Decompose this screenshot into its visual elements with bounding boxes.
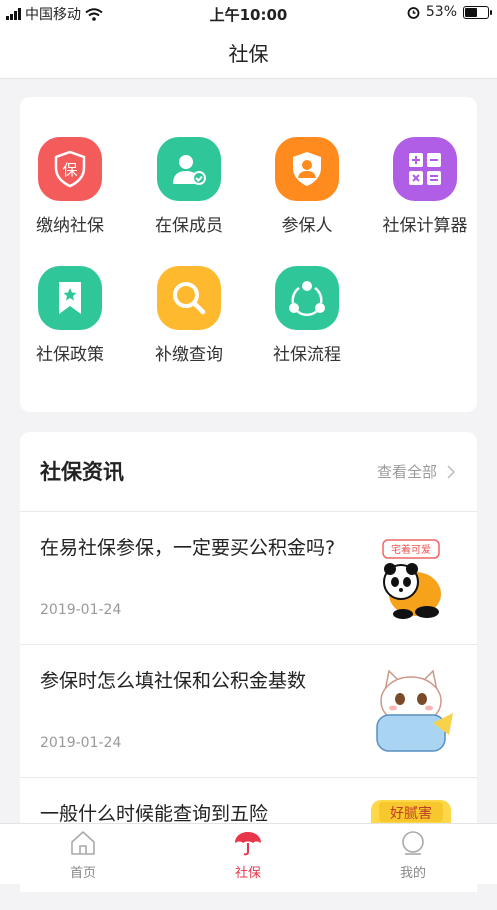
news-item[interactable]: 参保时怎么填社保和公积金基数 2019-01-24 xyxy=(20,645,477,777)
panda-sticker-text: 宅着可爱 xyxy=(391,543,431,556)
tab-label: 社保 xyxy=(234,866,261,881)
battery-icon xyxy=(463,5,492,19)
service-label: 补缴查询 xyxy=(155,345,223,365)
profile-icon xyxy=(402,831,424,855)
tab-label: 首页 xyxy=(69,866,96,881)
view-all-label: 查看全部 xyxy=(376,463,437,481)
insured-person-icon xyxy=(275,137,339,201)
banner-sticker-text: 好腻害 xyxy=(390,806,432,822)
status-bar: 中国移动 上午10:00 53% xyxy=(0,0,497,26)
view-all-link[interactable]: 查看全部 xyxy=(377,461,455,482)
calculator-icon xyxy=(393,137,457,201)
service-label: 社保流程 xyxy=(273,345,341,365)
nav-bar: 社保 xyxy=(0,26,497,79)
news-title: 在易社保参保，一定要买公积金吗? xyxy=(40,537,336,559)
service-process[interactable]: 社保流程 xyxy=(250,266,364,365)
service-label: 缴纳社保 xyxy=(36,216,104,236)
tab-home[interactable]: 首页 xyxy=(0,830,166,881)
status-right: 53% xyxy=(407,4,492,20)
policy-bookmark-icon xyxy=(38,266,102,330)
member-icon xyxy=(157,137,221,201)
service-calculator[interactable]: 社保计算器 xyxy=(368,137,482,236)
service-pay-social-security[interactable]: 保 缴纳社保 xyxy=(13,137,127,236)
tab-label: 我的 xyxy=(399,866,426,881)
service-label: 社保政策 xyxy=(36,345,104,365)
chevron-right-icon xyxy=(447,464,455,479)
battery-percent: 53% xyxy=(425,4,457,20)
services-card: 保 缴纳社保 在保成员 参保人 社保计算器 社保政策 补缴查询 社保流程 xyxy=(20,97,477,412)
shield-bao-icon: 保 xyxy=(38,137,102,201)
news-date: 2019-01-24 xyxy=(40,735,122,751)
shield-bao-glyph: 保 xyxy=(62,161,77,179)
umbrella-icon xyxy=(235,832,261,856)
tab-profile[interactable]: 我的 xyxy=(330,830,496,881)
news-date: 2019-01-24 xyxy=(40,602,122,618)
home-icon xyxy=(71,831,95,855)
panda-sticker-thumbnail: 宅着可爱 xyxy=(382,539,441,619)
service-back-payment-query[interactable]: 补缴查询 xyxy=(132,266,246,365)
process-icon xyxy=(275,266,339,330)
tab-bar: 首页 社保 我的 xyxy=(0,823,497,884)
service-insured-members[interactable]: 在保成员 xyxy=(132,137,246,236)
alarm-icon xyxy=(407,6,420,19)
service-insured-person[interactable]: 参保人 xyxy=(250,137,364,236)
service-label: 社保计算器 xyxy=(382,216,468,236)
page-title: 社保 xyxy=(228,42,269,66)
service-label: 在保成员 xyxy=(155,216,223,236)
cat-pillow-sticker-thumbnail xyxy=(376,669,453,752)
service-policy[interactable]: 社保政策 xyxy=(13,266,127,365)
news-heading: 社保资讯 xyxy=(40,460,124,484)
news-title: 参保时怎么填社保和公积金基数 xyxy=(40,670,307,692)
news-item[interactable]: 在易社保参保，一定要买公积金吗? 2019-01-24 宅着可爱 xyxy=(20,512,477,644)
service-label: 参保人 xyxy=(281,216,333,236)
search-icon xyxy=(157,266,221,330)
tab-social-security[interactable]: 社保 xyxy=(165,830,331,881)
